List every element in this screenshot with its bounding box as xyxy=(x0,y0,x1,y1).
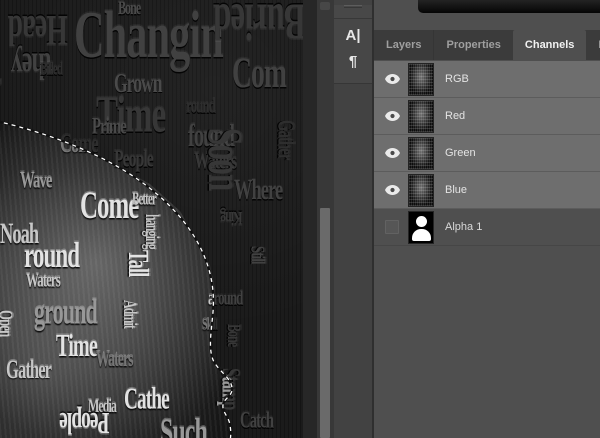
collage-word: Buried xyxy=(214,0,307,51)
channel-thumbnail[interactable] xyxy=(408,136,434,170)
eye-icon xyxy=(384,148,400,158)
channel-row-blue[interactable]: Blue xyxy=(374,172,600,209)
channel-row-alpha-1[interactable]: Alpha 1 xyxy=(374,209,600,246)
channel-row-red[interactable]: Red xyxy=(374,98,600,135)
eye-icon xyxy=(384,111,400,121)
empty-visibility-box xyxy=(385,220,399,234)
collage-word: Admit xyxy=(119,300,142,328)
collage-word: Com xyxy=(232,49,287,97)
channel-label: Alpha 1 xyxy=(445,221,483,233)
collage-word: Bone xyxy=(223,324,246,347)
collage-word: round xyxy=(24,236,80,276)
channel-thumbnail[interactable] xyxy=(408,62,434,96)
channel-thumbnail[interactable] xyxy=(408,173,434,207)
scrollbar-thumb[interactable] xyxy=(320,208,330,438)
collage-word: Changin xyxy=(74,0,224,72)
visibility-empty-toggle[interactable] xyxy=(379,220,405,234)
channel-label: Green xyxy=(445,147,476,159)
collage-word: Waters xyxy=(96,348,134,372)
channel-list: RGB Red Green Blue Alpha 1 xyxy=(374,61,600,246)
collage-word: Such xyxy=(160,411,208,438)
collage-word: Billed xyxy=(40,58,63,79)
channel-thumbnail[interactable] xyxy=(408,99,434,133)
canvas-edge xyxy=(303,0,317,438)
photoshop-workspace: Changin Head they Bone Buried Com Grown Time Bon… xyxy=(0,0,600,438)
collage-word: Catch xyxy=(240,408,274,434)
collage-word: Gather xyxy=(272,120,298,160)
collage-word: Time xyxy=(56,327,98,364)
eye-icon xyxy=(384,185,400,195)
visibility-eye-toggle[interactable] xyxy=(379,74,405,84)
collage-word: Gather xyxy=(6,354,52,384)
window-top-bar xyxy=(418,0,600,13)
document-canvas[interactable]: Changin Head they Bone Buried Com Grown Time Bon… xyxy=(0,0,317,438)
collage-word: Open xyxy=(0,310,16,337)
collapsed-panel-dock: A| ¶ xyxy=(334,0,372,438)
channel-row-rgb[interactable]: RGB xyxy=(374,61,600,98)
collage-word: ground xyxy=(34,294,98,333)
scrollbar-top-cap xyxy=(320,2,330,10)
channel-thumbnail[interactable] xyxy=(408,210,434,244)
tab-channels[interactable]: Channels xyxy=(512,30,587,60)
collage-word: Bone xyxy=(118,0,141,19)
character-panel-icon[interactable]: A| xyxy=(334,23,372,49)
eye-icon xyxy=(384,74,400,84)
collage-word: Come xyxy=(80,183,139,227)
collage-word: Soon xyxy=(197,128,251,191)
document-vertical-scrollbar[interactable] xyxy=(317,0,334,438)
channel-row-green[interactable]: Green xyxy=(374,135,600,172)
collage-word: hanging xyxy=(141,214,164,249)
collage-word: Tall xyxy=(121,250,154,277)
collage-word: round xyxy=(186,96,216,119)
collage-word: People xyxy=(114,144,154,173)
collage-word: King xyxy=(220,207,243,230)
tab-paths[interactable]: Paths xyxy=(586,30,600,60)
channel-label: Blue xyxy=(445,184,468,196)
collage-word: Cathe xyxy=(124,381,170,416)
collage-word: People xyxy=(60,405,110,438)
collage-word: Better xyxy=(132,188,157,209)
channels-panel: LayersPropertiesChannelsPaths RGB Red Gr… xyxy=(374,0,600,438)
visibility-eye-toggle[interactable] xyxy=(379,148,405,158)
visibility-eye-toggle[interactable] xyxy=(379,111,405,121)
collage-word: Waters xyxy=(26,270,61,293)
tab-properties[interactable]: Properties xyxy=(433,30,512,60)
visibility-eye-toggle[interactable] xyxy=(379,185,405,195)
collage-word: Still xyxy=(245,246,268,264)
channel-label: Red xyxy=(445,110,466,122)
panel-tab-bar: LayersPropertiesChannelsPaths xyxy=(374,30,600,60)
tab-layers[interactable]: Layers xyxy=(374,30,433,60)
channel-label: RGB xyxy=(445,73,469,85)
paragraph-panel-icon[interactable]: ¶ xyxy=(334,49,372,75)
collage-word: Bones xyxy=(0,78,4,109)
collage-word: Wave xyxy=(20,168,52,194)
dock-grip[interactable] xyxy=(334,5,372,19)
